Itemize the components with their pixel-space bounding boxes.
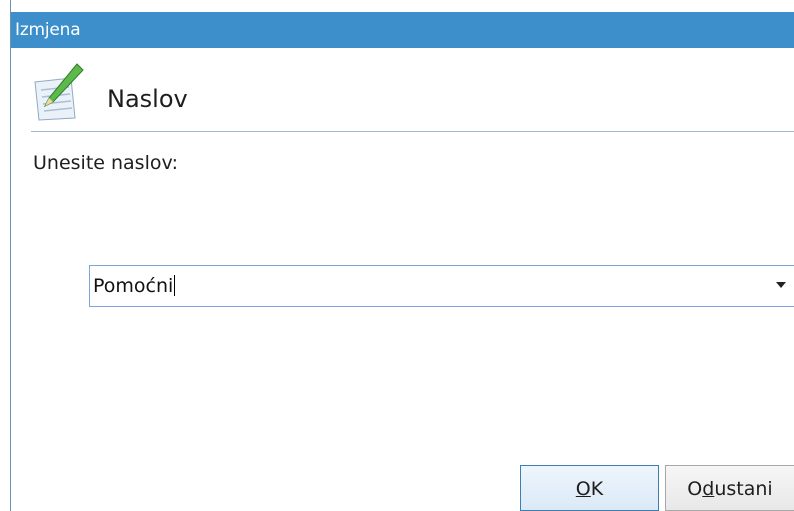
cancel-label-rest: ustani <box>714 478 773 500</box>
ok-accel: O <box>575 478 591 500</box>
title-bar[interactable]: Izmjena <box>11 12 794 48</box>
text-caret <box>174 275 176 296</box>
title-combobox[interactable]: Pomoćni <box>89 265 794 307</box>
dropdown-arrow-icon[interactable] <box>776 282 786 288</box>
edit-document-icon <box>34 63 84 121</box>
ok-button[interactable]: OK <box>520 465 659 511</box>
ok-label-rest: K <box>590 478 604 500</box>
combobox-value[interactable]: Pomoćni <box>93 275 176 297</box>
header-separator <box>31 131 794 132</box>
cancel-label-pre: O <box>687 478 703 500</box>
cancel-accel: d <box>702 478 715 500</box>
dialog-window: Izmjena Naslov Unesite naslov: Pomoćni O… <box>10 0 794 511</box>
prompt-label: Unesite naslov: <box>33 152 179 174</box>
header-title: Naslov <box>107 85 188 113</box>
window-title: Izmjena <box>15 20 81 40</box>
cancel-button[interactable]: Odustani <box>665 465 794 511</box>
